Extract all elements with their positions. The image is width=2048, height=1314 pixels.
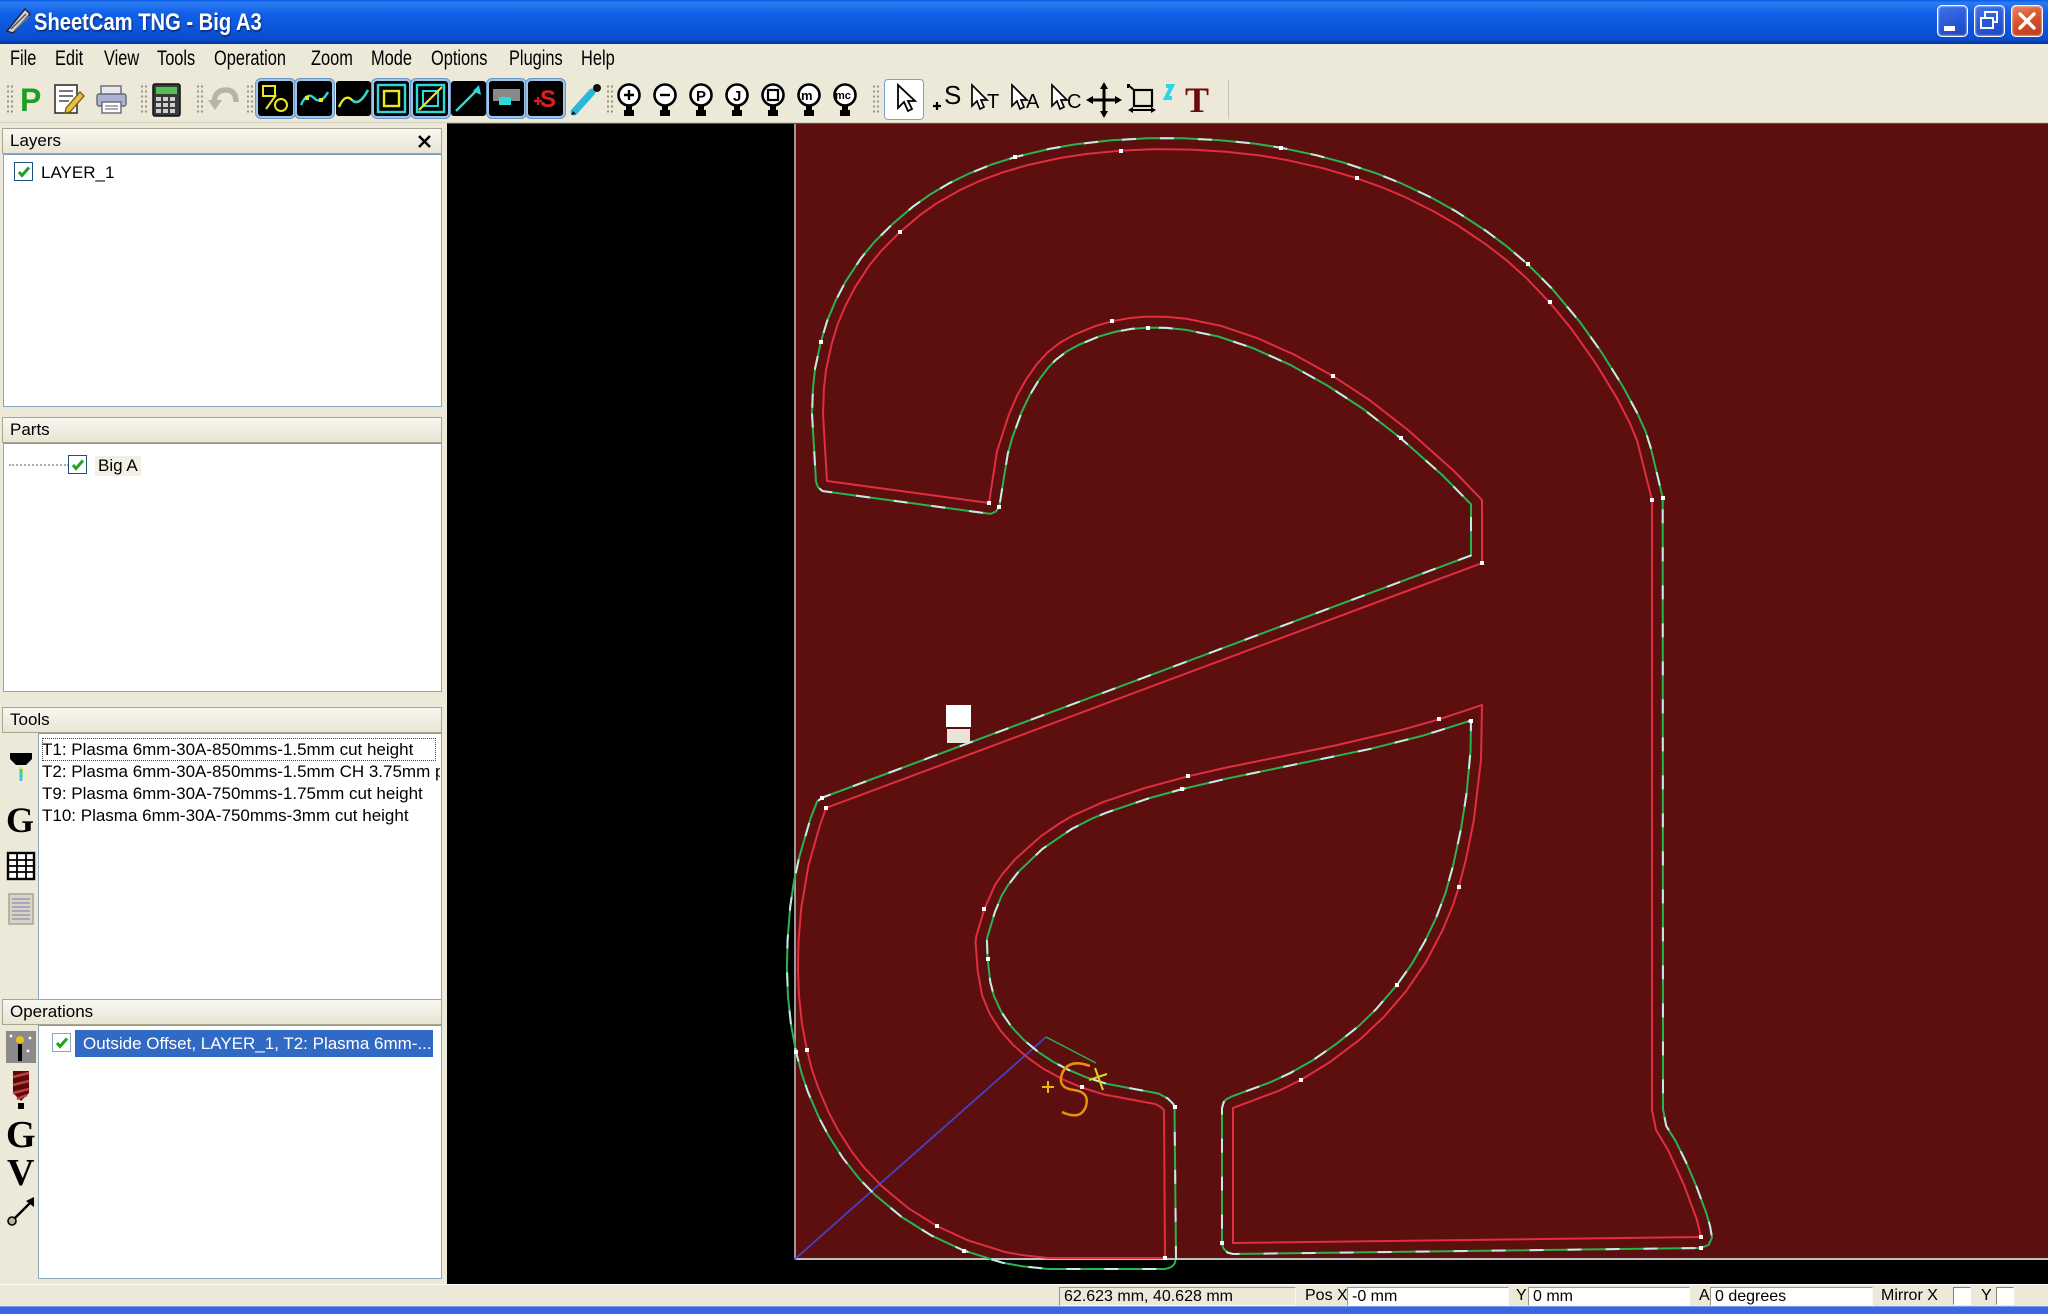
- svg-text:S: S: [540, 86, 556, 113]
- svg-text:C: C: [1067, 91, 1081, 113]
- svg-text:A: A: [1026, 91, 1040, 113]
- svg-text:S: S: [944, 82, 961, 110]
- svg-text:m: m: [801, 88, 813, 103]
- svg-text:T: T: [987, 91, 999, 113]
- svg-text:T: T: [1185, 82, 1209, 118]
- svg-text:mc: mc: [835, 90, 851, 102]
- svg-text:P: P: [696, 88, 706, 105]
- svg-text:J: J: [733, 88, 741, 105]
- svg-text:P: P: [20, 82, 41, 118]
